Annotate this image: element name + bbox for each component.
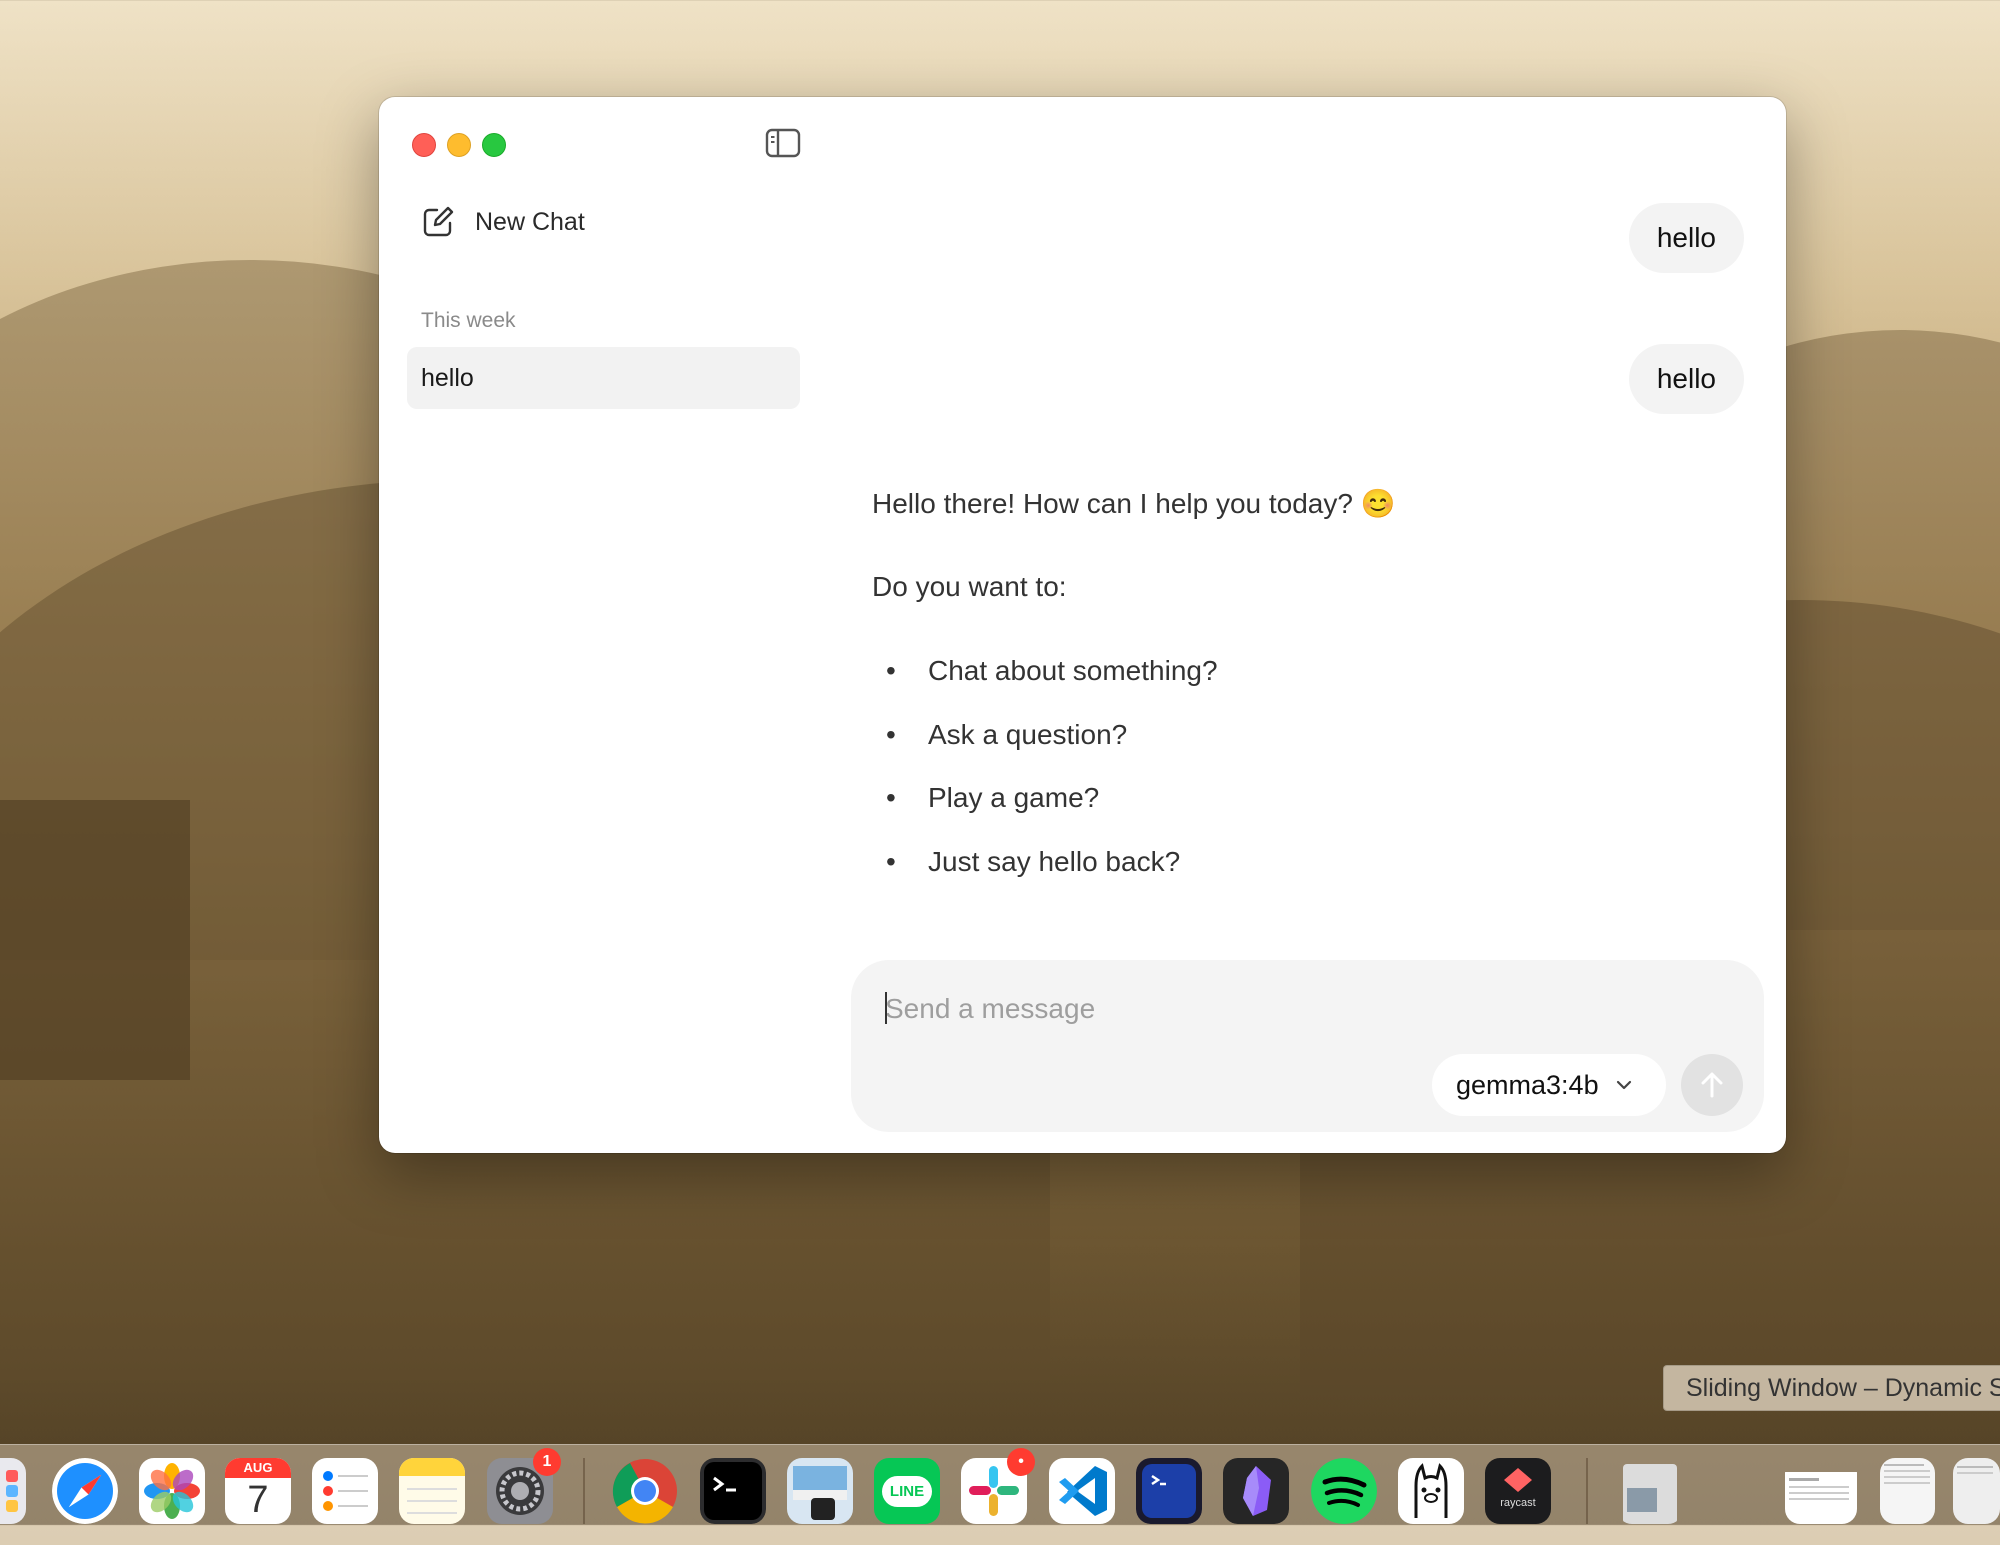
user-message-bubble: hello [1628,344,1744,414]
new-chat-label: New Chat [475,207,585,236]
dock-separator [1586,1458,1588,1524]
zoom-window-button[interactable] [482,133,506,157]
ssh-client-icon[interactable] [1136,1458,1202,1524]
line-icon[interactable]: LINE [874,1458,940,1524]
ollama-icon[interactable] [1398,1458,1464,1524]
raycast-icon[interactable]: raycast [1485,1458,1551,1524]
downloads-stack-icon[interactable] [1617,1458,1683,1524]
assistant-option: Chat about something? [872,655,1218,719]
vscode-icon[interactable] [1049,1458,1115,1524]
assistant-option: Ask a question? [872,719,1218,783]
chat-history-item[interactable]: hello [407,347,800,409]
message-composer: gemma3:4b [851,960,1764,1132]
new-chat-button[interactable]: New Chat [421,199,585,245]
recent-document-thumbnail[interactable] [1785,1458,1857,1524]
preview-icon[interactable] [787,1458,853,1524]
message-input[interactable] [883,986,1707,1032]
reminders-icon[interactable] [312,1458,378,1524]
assistant-prompt: Do you want to: [872,571,1067,602]
user-message-bubble: hello [1628,203,1744,273]
safari-icon[interactable] [52,1458,118,1524]
minimize-window-button[interactable] [447,133,471,157]
calendar-icon[interactable]: AUG 7 [225,1458,291,1524]
arrow-up-icon [1701,1072,1723,1098]
chevron-down-icon [1616,1080,1631,1090]
calendar-day: 7 [247,1479,269,1521]
spotify-icon[interactable] [1311,1458,1377,1524]
chrome-icon[interactable] [612,1458,678,1524]
send-button[interactable] [1681,1054,1743,1116]
compose-icon [423,206,454,237]
model-selector-label: gemma3:4b [1456,1069,1599,1100]
recent-document-thumbnail[interactable] [1880,1458,1935,1524]
assistant-options-list: Chat about something? Ask a question? Pl… [872,655,1218,909]
slack-badge: • [1007,1448,1035,1476]
assistant-option: Just say hello back? [872,846,1218,910]
chat-app-window: New Chat This week hello hello hello Hel… [379,97,1786,1153]
window-title-tooltip: Sliding Window – Dynamic S [1663,1365,2000,1411]
calendar-month: AUG [225,1458,291,1478]
dock-separator [583,1458,585,1524]
assistant-option: Play a game? [872,782,1218,846]
text-cursor [885,992,887,1024]
launchpad-icon[interactable] [0,1458,26,1524]
assistant-greeting: Hello there! How can I help you today? 😊 [872,488,1396,519]
recent-document-thumbnail[interactable] [1953,1458,2000,1524]
history-section-label: This week [421,309,516,332]
slack-icon[interactable]: • [961,1448,1035,1524]
system-settings-icon[interactable]: 1 [487,1448,561,1524]
chat-history-item-label: hello [421,363,474,392]
line-icon-label: LINE [881,1475,933,1507]
photos-icon[interactable] [139,1458,205,1524]
close-window-button[interactable] [412,133,436,157]
raycast-icon-label: raycast [1500,1497,1536,1509]
obsidian-icon[interactable] [1223,1458,1289,1524]
model-selector[interactable]: gemma3:4b [1432,1054,1666,1116]
sidebar-toggle-icon[interactable] [765,128,801,158]
terminal-icon[interactable] [700,1458,766,1524]
settings-badge: 1 [533,1448,561,1476]
notes-icon[interactable] [399,1458,465,1524]
